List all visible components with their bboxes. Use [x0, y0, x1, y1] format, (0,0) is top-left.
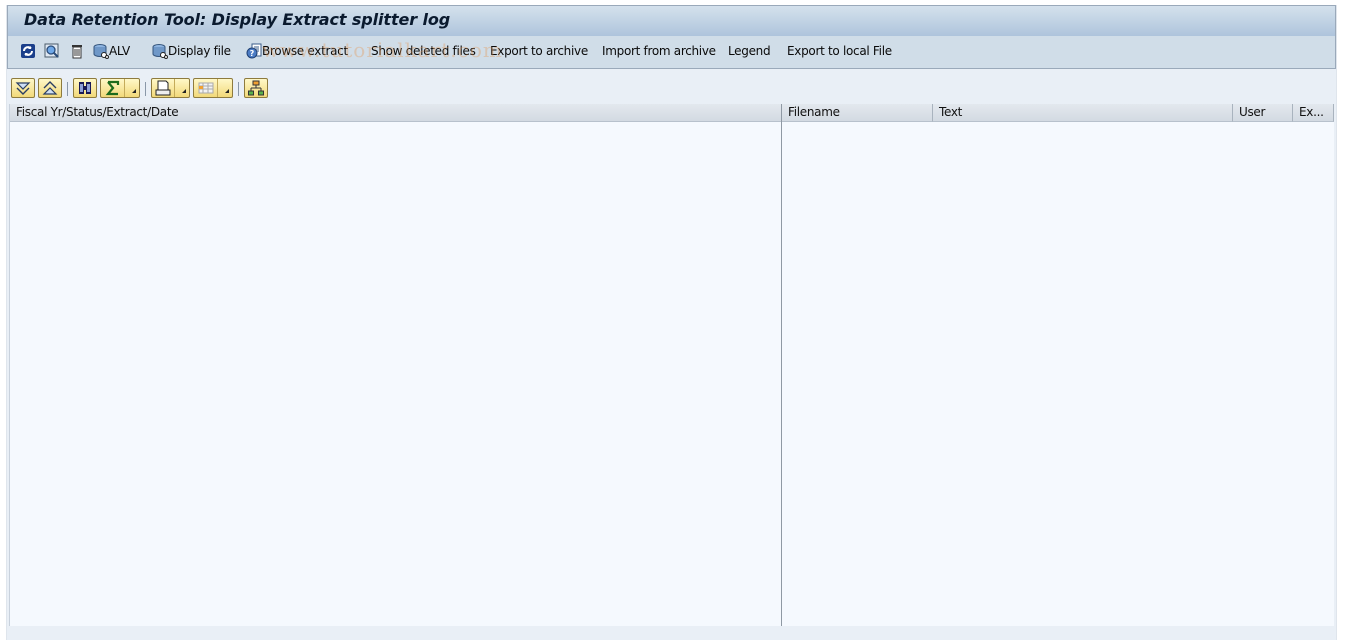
sum-button[interactable]: [100, 78, 140, 98]
browse-icon: ?: [246, 43, 262, 59]
toolbar-separator: [67, 82, 68, 96]
refresh-button[interactable]: [20, 42, 36, 60]
delete-button[interactable]: [69, 42, 85, 60]
title-bar: Data Retention Tool: Display Extract spl…: [7, 5, 1336, 37]
browse-extract-label: Browse extract: [262, 44, 348, 58]
database-icon: [93, 43, 109, 59]
print-dropdown[interactable]: [174, 79, 189, 97]
database-icon: [152, 43, 168, 59]
export-to-local-file-label: Export to local File: [787, 44, 892, 58]
layout-icon: [198, 80, 214, 96]
find-button[interactable]: [44, 42, 60, 60]
sum-icon: [105, 80, 121, 96]
file-list-panel: Filename Text User Ex...: [782, 104, 1334, 626]
show-deleted-files-label: Show deleted files: [371, 44, 476, 58]
status-area: [7, 627, 1334, 640]
collapse-all-button[interactable]: [38, 78, 62, 98]
find-icon: [44, 43, 60, 59]
refresh-icon: [20, 43, 36, 59]
hierarchy-button[interactable]: [244, 78, 268, 98]
find-button[interactable]: [73, 78, 97, 98]
toolbar-separator: [238, 82, 239, 96]
legend-label: Legend: [728, 44, 771, 58]
display-file-label: Display file: [168, 44, 231, 58]
collapse-all-icon: [42, 80, 58, 96]
toolbar-separator: [145, 82, 146, 96]
trash-icon: [69, 43, 85, 59]
show-deleted-files-button[interactable]: Show deleted files: [371, 42, 476, 60]
tree-panel: Fiscal Yr/Status/Extract/Date: [9, 104, 782, 626]
binoculars-icon: [77, 80, 93, 96]
layout-button[interactable]: [193, 78, 233, 98]
alv-label: ALV: [109, 44, 130, 58]
layout-dropdown[interactable]: [217, 79, 232, 97]
column-header-ex[interactable]: Ex...: [1293, 104, 1334, 122]
browse-extract-button[interactable]: ? Browse extract: [246, 42, 348, 60]
export-to-archive-label: Export to archive: [490, 44, 588, 58]
import-from-archive-label: Import from archive: [602, 44, 716, 58]
column-header-text[interactable]: Text: [933, 104, 1233, 122]
application-toolbar: ALV Display file ? Browse extract Show d…: [7, 36, 1336, 69]
display-file-button[interactable]: Display file: [152, 42, 231, 60]
column-header-filename[interactable]: Filename: [782, 104, 933, 122]
sum-dropdown[interactable]: [124, 79, 139, 97]
column-header-user[interactable]: User: [1233, 104, 1293, 122]
expand-all-button[interactable]: [11, 78, 35, 98]
expand-all-icon: [15, 80, 31, 96]
main-window: Data Retention Tool: Display Extract spl…: [6, 5, 1337, 640]
page-title: Data Retention Tool: Display Extract spl…: [24, 10, 451, 29]
print-icon: [155, 80, 171, 96]
svg-text:?: ?: [250, 49, 255, 58]
alv-button[interactable]: ALV: [93, 42, 130, 60]
column-header-fiscal-yr[interactable]: Fiscal Yr/Status/Extract/Date: [10, 104, 782, 122]
import-from-archive-button[interactable]: Import from archive: [602, 42, 716, 60]
hierarchy-icon: [248, 80, 264, 96]
export-to-local-file-button[interactable]: Export to local File: [787, 42, 892, 60]
legend-button[interactable]: Legend: [728, 42, 771, 60]
print-button[interactable]: [151, 78, 190, 98]
export-to-archive-button[interactable]: Export to archive: [490, 42, 588, 60]
